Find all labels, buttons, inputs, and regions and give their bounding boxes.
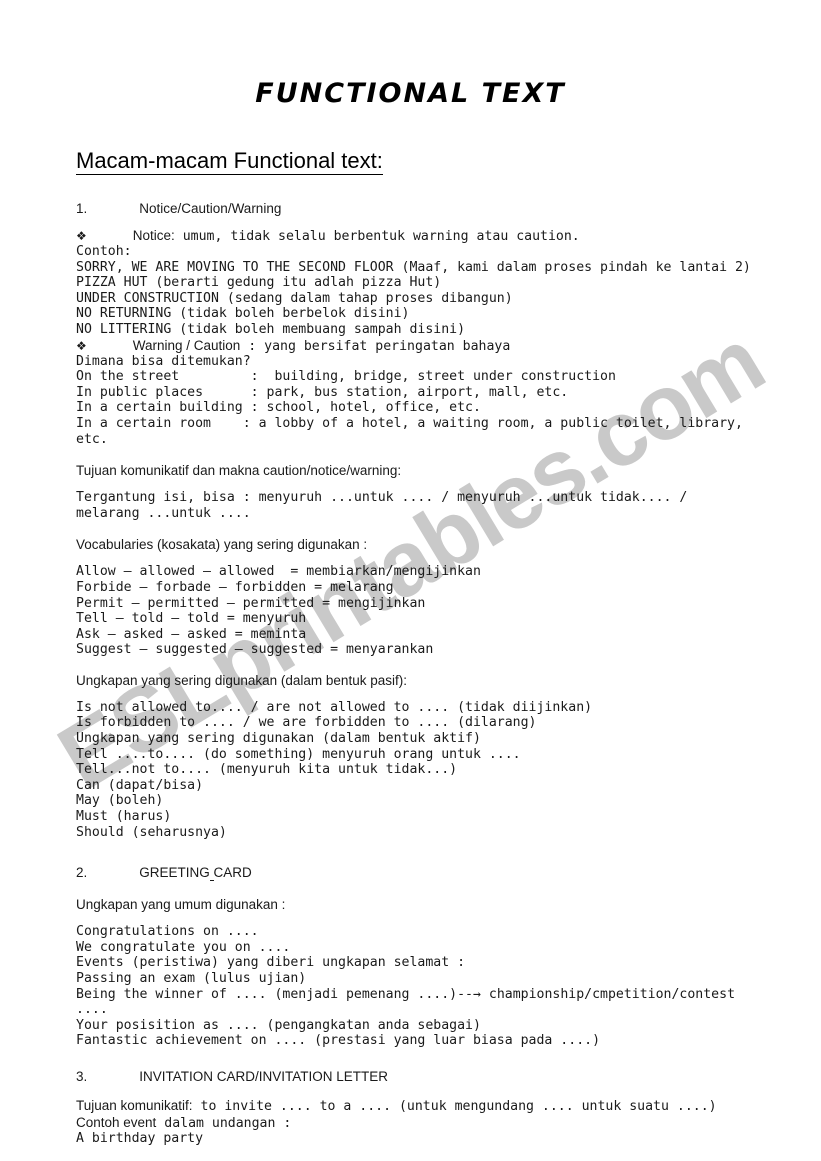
notice-places: Dimana bisa ditemukan? On the street : b… [76, 353, 743, 447]
notice-examples: SORRY, WE ARE MOVING TO THE SECOND FLOOR… [76, 259, 751, 337]
section-2-label-part2: CARD [213, 865, 252, 881]
diamond-bullet-icon: ❖ [76, 229, 87, 243]
greeting-body: Congratulations on .... We congratulate … [0, 912, 821, 1049]
section-item-2: 2. GREETING CARD [0, 865, 821, 882]
document-page: ESLprintables.com FUNCTIONAL TEXT Macam-… [0, 0, 821, 1161]
section-2-number: 2. [76, 865, 88, 881]
section-1-number: 1. [76, 201, 88, 216]
bullet-notice-label: Notice: [132, 228, 175, 243]
document-content: FUNCTIONAL TEXT Macam-macam Functional t… [0, 0, 821, 1147]
invitation-contoh-mono: dalam undangan : [156, 1115, 292, 1131]
bullet-notice-rest: umum, tidak selalu berbentuk warning ata… [174, 229, 580, 244]
invitation-tujuan-line: Tujuan komunikatif: to invite .... to a … [0, 1098, 821, 1115]
section-3-label: INVITATION CARD/INVITATION LETTER [139, 1068, 389, 1084]
invitation-contoh-line: Contoh event dalam undangan : [0, 1115, 821, 1132]
diamond-bullet-icon: ❖ [76, 338, 87, 353]
tujuan-komunikatif-body: Tergantung isi, bisa : menyuruh ...untuk… [76, 490, 696, 521]
invitation-last-line: A birthday party [76, 1131, 204, 1147]
bullet-warning: ❖ Warning / Caution : yang bersifat perin… [0, 338, 821, 354]
bullet-warning-rest: : yang bersifat peringatan bahaya [240, 338, 511, 354]
vocabularies-heading: Vocabularies (kosakata) yang sering digu… [76, 537, 368, 553]
greeting-ungkapan-heading: Ungkapan yang umum digunakan : [76, 897, 286, 913]
invitation-tujuan-sans: Tujuan komunikatif: [76, 1097, 193, 1113]
section-2-label-part1: GREETING [139, 865, 210, 881]
section-item-3: 3. INVITATION CARD/INVITATION LETTER [0, 1069, 821, 1084]
section-3-number: 3. [76, 1068, 88, 1084]
tujuan-komunikatif-heading: Tujuan komunikatif dan makna caution/not… [76, 463, 402, 479]
greeting-body-before-arrow: Congratulations on .... We congratulate … [76, 924, 473, 1002]
section-item-1: 1. Notice/Caution/Warning [0, 201, 821, 216]
right-arrow-icon: → [472, 986, 481, 1002]
section-1-label: Notice/Caution/Warning [139, 201, 282, 216]
main-heading-text: Macam-macam Functional text: [76, 148, 383, 175]
bullet-warning-label: Warning / Caution [132, 337, 241, 353]
bullet-notice: ❖ Notice: umum, tidak selalu berbentuk wa… [0, 216, 821, 244]
contoh-label: Contoh: [76, 244, 132, 259]
page-title: FUNCTIONAL TEXT [255, 78, 566, 109]
main-heading: Macam-macam Functional text: [0, 109, 821, 175]
invitation-contoh-sans: Contoh event [76, 1114, 157, 1130]
vocabularies-body: Allow – allowed – allowed = membiarkan/m… [76, 564, 481, 658]
ungkapan-pasif-heading: Ungkapan yang sering digunakan (dalam be… [76, 672, 407, 688]
ungkapan-pasif-body: Is not allowed to.... / are not allowed … [76, 699, 593, 840]
invitation-tujuan-mono: to invite .... to a .... (untuk mengunda… [192, 1098, 717, 1114]
